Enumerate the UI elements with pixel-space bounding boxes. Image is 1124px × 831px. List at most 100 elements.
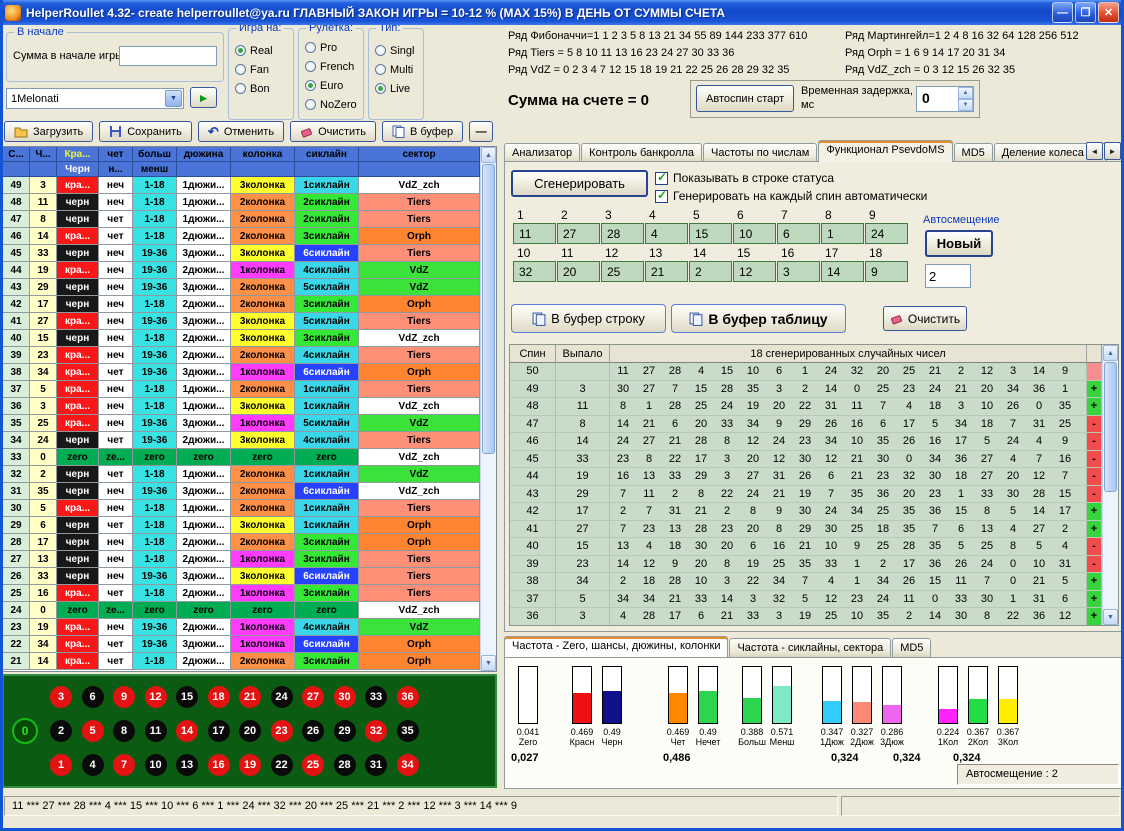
load-button[interactable]: Загрузить (4, 121, 93, 142)
board-number[interactable]: 21 (239, 686, 261, 708)
history-row[interactable]: 363кра...неч1-181дюжи...3колонка1сиклайн… (3, 398, 480, 415)
board-number[interactable]: 7 (113, 754, 135, 776)
collapse-button[interactable]: — (469, 121, 493, 142)
tab-1[interactable]: Анализатор (504, 143, 580, 162)
history-row[interactable]: 2817черннеч1-182дюжи...2колонка3сиклайнO… (3, 534, 480, 551)
tab-5[interactable]: MD5 (954, 143, 993, 162)
history-row[interactable]: 330zeroze...zerozerozerozeroVdZ_zch (3, 449, 480, 466)
history-row[interactable]: 4127кра...неч19-363дюжи...3колонка5сикла… (3, 313, 480, 330)
spin-row[interactable]: 45332382217320123012213003436274716- (510, 451, 1102, 469)
board-number[interactable]: 25 (302, 754, 324, 776)
history-row[interactable]: 3923кра...неч19-362дюжи...2колонка4сикла… (3, 347, 480, 364)
history-row[interactable]: 4015черннеч1-182дюжи...3колонка3сиклайнV… (3, 330, 480, 347)
board-number[interactable]: 27 (302, 686, 324, 708)
column-header[interactable]: чет (99, 147, 133, 162)
column-header[interactable]: дюжина (177, 147, 231, 162)
spin-row[interactable]: 461424272128812242334103526161752449- (510, 433, 1102, 451)
undo-button[interactable]: ↶ Отменить (198, 121, 284, 142)
board-number[interactable]: 32 (365, 720, 387, 742)
spinner-down-icon[interactable]: ▼ (958, 99, 973, 111)
history-scrollbar[interactable]: ▲ ▼ (480, 147, 496, 671)
copy-table-button[interactable]: В буфер таблицу (671, 304, 846, 333)
board-number[interactable]: 2 (50, 720, 72, 742)
tab-4[interactable]: Функционал PsevdoMS (818, 140, 952, 162)
board-number[interactable]: 4 (82, 754, 104, 776)
scroll-down-icon[interactable]: ▼ (1103, 609, 1118, 625)
minimize-button[interactable]: — (1052, 2, 1073, 23)
board-number[interactable]: 36 (397, 686, 419, 708)
board-number[interactable]: 15 (176, 686, 198, 708)
history-row[interactable]: 3834кра...чет19-363дюжи...1колонка6сикла… (3, 364, 480, 381)
scroll-down-icon[interactable]: ▼ (481, 655, 496, 671)
board-number[interactable]: 19 (239, 754, 261, 776)
history-row[interactable]: 4811черннеч1-181дюжи...2колонка2сиклайнT… (3, 194, 480, 211)
column-header[interactable]: сиклайн (295, 147, 359, 162)
column-header[interactable]: Кра... (57, 147, 99, 162)
radio-bon[interactable]: Bon (229, 79, 293, 98)
freq-tab-2[interactable]: Частота - сиклайны, сектора (729, 638, 891, 657)
board-number[interactable]: 18 (208, 686, 230, 708)
board-number[interactable]: 35 (397, 720, 419, 742)
scroll-up-icon[interactable]: ▲ (481, 147, 496, 163)
radio-live[interactable]: Live (369, 79, 423, 98)
board-number[interactable]: 30 (334, 686, 356, 708)
history-row[interactable]: 4217черннеч1-182дюжи...2колонка3сиклайнO… (3, 296, 480, 313)
tab-scroll-right-icon[interactable]: ► (1104, 142, 1121, 160)
spin-row[interactable]: 4811812825241920223111741831026035+ (510, 398, 1102, 416)
board-number[interactable]: 20 (239, 720, 261, 742)
spin-row[interactable]: 50112728415106124322025212123149 (510, 363, 1102, 381)
autospin-start-button[interactable]: Автоспин старт (696, 85, 794, 112)
board-number[interactable]: 33 (365, 686, 387, 708)
history-row[interactable]: 493кра...неч1-181дюжи...3колонка1сиклайн… (3, 177, 480, 194)
history-row[interactable]: 4419кра...неч19-362дюжи...1колонка4сикла… (3, 262, 480, 279)
spin-row[interactable]: 4933027715283532140252324212034361+ (510, 381, 1102, 399)
spin-row[interactable]: 39231412920819253533121736262401031- (510, 556, 1102, 574)
freq-tab-1[interactable]: Частота - Zero, шансы, дюжины, колонки (504, 636, 728, 657)
history-row[interactable]: 305кра...неч1-181дюжи...2колонка1сиклайн… (3, 500, 480, 517)
board-zero[interactable]: 0 (12, 718, 38, 744)
clear-table-button[interactable]: Очистить (883, 306, 967, 331)
spin-row[interactable]: 4419161333293273126621233230182720127- (510, 468, 1102, 486)
board-number[interactable]: 8 (113, 720, 135, 742)
board-number[interactable]: 9 (113, 686, 135, 708)
history-row[interactable]: 322чернчет1-181дюжи...2колонка1сиклайнVd… (3, 466, 480, 483)
board-number[interactable]: 13 (176, 754, 198, 776)
save-button[interactable]: Сохранить (99, 121, 192, 142)
column-header[interactable]: больш (133, 147, 177, 162)
column-header[interactable]: Ч... (30, 147, 57, 162)
radio-multi[interactable]: Multi (369, 60, 423, 79)
autoshift-input[interactable] (925, 264, 971, 288)
history-row[interactable]: 2319кра...неч19-362дюжи...1колонка4сикла… (3, 619, 480, 636)
board-number[interactable]: 24 (271, 686, 293, 708)
spinner-up-icon[interactable]: ▲ (958, 87, 973, 99)
preset-combobox[interactable]: 1Melonati ▼ (6, 88, 184, 109)
radio-real[interactable]: Real (229, 41, 293, 60)
copy-buffer-button[interactable]: В буфер (382, 121, 463, 142)
radio-euro[interactable]: Euro (299, 76, 363, 95)
history-row[interactable]: 2114кра...чет1-182дюжи...2колонка3сиклай… (3, 653, 480, 670)
history-row[interactable]: 2234кра...чет19-363дюжи...1колонка6сикла… (3, 636, 480, 653)
spin-row[interactable]: 421727312128930243425353615851417+ (510, 503, 1102, 521)
history-row[interactable]: 3525кра...неч19-363дюжи...1колонка5сикла… (3, 415, 480, 432)
radio-fan[interactable]: Fan (229, 60, 293, 79)
chevron-down-icon[interactable]: ▼ (165, 90, 182, 107)
board-number[interactable]: 31 (365, 754, 387, 776)
history-row[interactable]: 4614кра...чет1-182дюжи...2колонка3сиклай… (3, 228, 480, 245)
copy-row-button[interactable]: В буфер строку (511, 304, 666, 333)
board-number[interactable]: 29 (334, 720, 356, 742)
radio-nozero[interactable]: NoZero (299, 95, 363, 114)
board-number[interactable]: 1 (50, 754, 72, 776)
column-header[interactable]: сектор (359, 147, 480, 162)
checkbox-row-1[interactable]: Показывать в строке статуса (655, 169, 927, 187)
board-number[interactable]: 6 (82, 686, 104, 708)
tab-3[interactable]: Частоты по числам (703, 143, 817, 162)
freq-tab-3[interactable]: MD5 (892, 638, 931, 657)
board-number[interactable]: 23 (271, 720, 293, 742)
history-row[interactable]: 2516кра...чет1-182дюжи...1колонка3сиклай… (3, 585, 480, 602)
history-row[interactable]: 4329черннеч19-363дюжи...2колонка5сиклайн… (3, 279, 480, 296)
checkbox-row-2[interactable]: Генерировать на каждый спин автоматическ… (655, 187, 927, 205)
start-sum-input[interactable] (119, 46, 217, 66)
close-button[interactable]: ✕ (1098, 2, 1119, 23)
play-button[interactable]: ► (190, 87, 217, 108)
radio-french[interactable]: French (299, 57, 363, 76)
